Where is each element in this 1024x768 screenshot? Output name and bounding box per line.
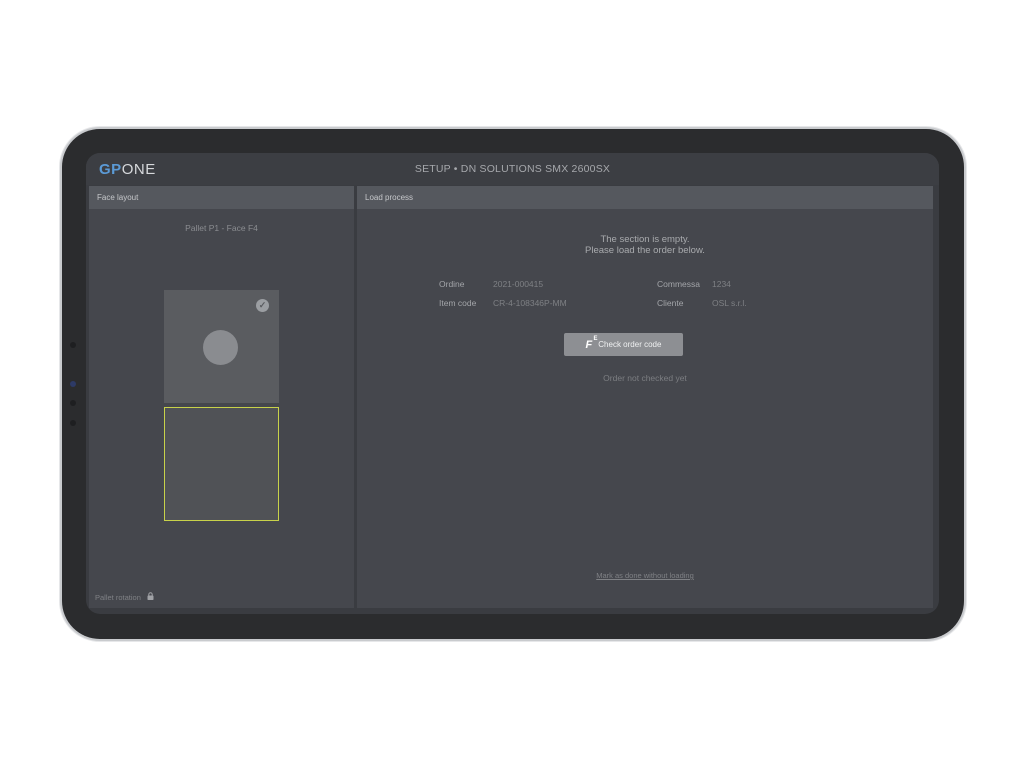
pallet-rotation-label: Pallet rotation	[95, 593, 141, 602]
function-icon: FE	[585, 335, 598, 351]
tablet-sensor	[70, 342, 76, 348]
check-circle-icon: ✓	[256, 299, 269, 312]
commessa-label: Commessa	[657, 279, 700, 289]
face-title: Pallet P1 - Face F4	[185, 223, 258, 233]
page-title: SETUP • DN SOLUTIONS SMX 2600SX	[414, 163, 611, 175]
item-code-label: Item code	[439, 298, 477, 308]
lock-icon	[147, 592, 154, 602]
top-bar: GPONE SETUP • DN SOLUTIONS SMX 2600SX	[86, 153, 939, 185]
cliente-label: Cliente	[657, 298, 684, 308]
face-slot-top[interactable]: ✓	[164, 290, 279, 403]
app-screen: GPONE SETUP • DN SOLUTIONS SMX 2600SX Fa…	[86, 153, 939, 614]
empty-message-line2: Please load the order below.	[585, 245, 705, 256]
check-order-code-button[interactable]: FE Check order code	[564, 333, 683, 356]
load-process-header: Load process	[357, 186, 933, 209]
ordine-label: Ordine	[439, 279, 465, 289]
empty-message-line1: The section is empty.	[600, 234, 690, 245]
pallet-rotation: Pallet rotation	[95, 592, 154, 602]
face-layout-header: Face layout	[89, 186, 354, 209]
tablet-sensor	[70, 400, 76, 406]
order-status: Order not checked yet	[603, 373, 687, 383]
tablet-sensor	[70, 420, 76, 426]
face-layout-panel: Face layout Pallet P1 - Face F4 ✓ Pallet…	[89, 186, 354, 608]
face-slot-selected[interactable]	[164, 407, 279, 521]
load-process-panel: Load process The section is empty. Pleas…	[357, 186, 933, 608]
empty-message: The section is empty. Please load the or…	[357, 234, 933, 256]
commessa-value: 1234	[712, 279, 731, 289]
workpiece-circle	[203, 330, 238, 365]
item-code-value: CR-4-108346P-MM	[493, 298, 567, 308]
check-order-code-label: Check order code	[598, 340, 662, 349]
ordine-value: 2021-000415	[493, 279, 544, 289]
mark-done-link[interactable]: Mark as done without loading	[357, 571, 933, 580]
cliente-value: OSL s.r.l.	[712, 298, 747, 308]
tablet-camera	[70, 381, 76, 387]
